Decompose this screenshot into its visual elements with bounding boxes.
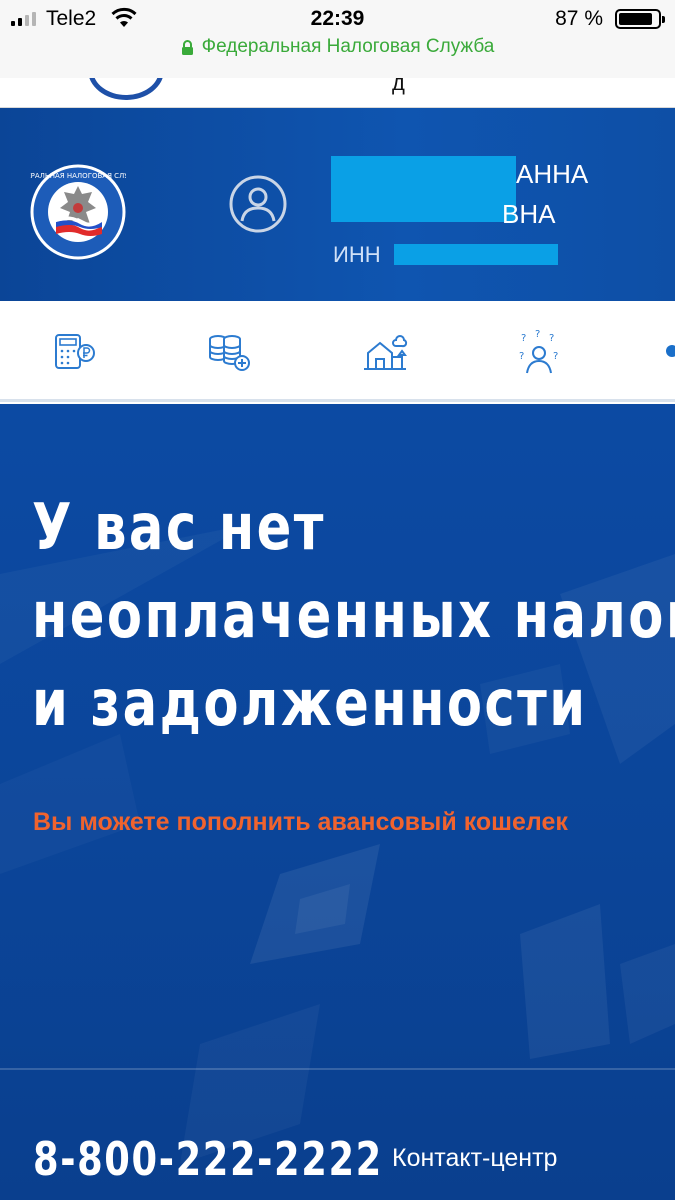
battery-icon xyxy=(615,9,665,29)
fns-emblem-logo[interactable]: ФЕДЕРАЛЬНАЯ НАЛОГОВАЯ СЛУЖБА xyxy=(30,164,126,260)
redacted-inn-block xyxy=(394,244,558,265)
contact-center-label: Контакт-центр xyxy=(392,1144,558,1172)
questions-person-icon: ??? ?? xyxy=(519,329,558,374)
coins-add-icon xyxy=(209,335,250,371)
section-divider xyxy=(0,1068,675,1070)
battery-percent: 87 % xyxy=(555,7,603,30)
no-debt-headline: У вас нет неоплаченных налогов и задолже… xyxy=(32,484,675,748)
headline-line-3: и задолженности xyxy=(32,667,588,741)
top-up-wallet-link[interactable]: Вы можете пополнить авансовый кошелек xyxy=(33,808,568,837)
svg-text:?: ? xyxy=(549,333,554,344)
address-bar[interactable]: Федеральная Налоговая Служба xyxy=(0,36,675,58)
user-name: АННА ВНА xyxy=(502,154,589,234)
svg-text:?: ? xyxy=(535,329,540,340)
headline-line-1: У вас нет xyxy=(32,491,326,565)
svg-text:?: ? xyxy=(553,351,558,362)
inn-label: ИНН xyxy=(333,242,381,267)
fns-logo-partial xyxy=(88,78,164,100)
main-panel: У вас нет неоплаченных налогов и задолже… xyxy=(0,404,675,1200)
lock-icon xyxy=(181,39,193,55)
nav-item-help[interactable]: ??? ?? xyxy=(515,327,565,377)
svg-text:?: ? xyxy=(519,351,524,362)
redacted-name-block xyxy=(331,156,516,222)
status-bar: Tele2 22:39 87 % Федеральная Налоговая С… xyxy=(0,0,675,78)
clipped-text: д xyxy=(392,78,405,95)
nav-bar: ??? ?? xyxy=(0,301,675,402)
user-name-line2: ВНА xyxy=(502,199,556,229)
svg-text:ФЕДЕРАЛЬНАЯ НАЛОГОВАЯ СЛУЖБА: ФЕДЕРАЛЬНАЯ НАЛОГОВАЯ СЛУЖБА xyxy=(30,172,126,180)
nav-item-payments[interactable] xyxy=(205,327,255,377)
headline-line-2: неоплаченных налогов xyxy=(32,579,675,653)
header: ФЕДЕРАЛЬНАЯ НАЛОГОВАЯ СЛУЖБА АННА ВНА ИН… xyxy=(0,108,675,301)
nav-more-indicator[interactable] xyxy=(666,345,675,357)
property-icon xyxy=(364,335,408,370)
site-name: Федеральная Налоговая Служба xyxy=(201,36,495,57)
contact-phone[interactable]: 8-800-222-2222 xyxy=(33,1132,383,1186)
scrolled-header-strip: д xyxy=(0,78,675,108)
nav-item-calculator[interactable] xyxy=(50,327,100,377)
user-avatar-icon[interactable] xyxy=(228,174,288,234)
user-name-line1: АННА xyxy=(516,159,589,189)
nav-item-property[interactable] xyxy=(360,327,410,377)
svg-text:?: ? xyxy=(521,333,526,344)
calculator-ruble-icon xyxy=(55,334,95,369)
